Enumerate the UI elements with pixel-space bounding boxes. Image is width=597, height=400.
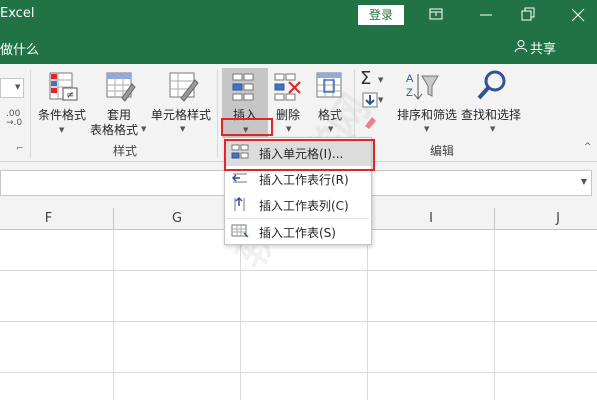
column-header-g[interactable]: G xyxy=(114,208,241,230)
restore-icon xyxy=(521,7,535,21)
minimize-icon xyxy=(480,14,492,16)
menu-item-insert-columns[interactable]: 插入工作表列(C) xyxy=(225,192,371,218)
svg-text:A: A xyxy=(406,73,414,85)
delete-cells-icon xyxy=(274,73,301,101)
column-header-j[interactable]: J xyxy=(495,208,597,230)
grid-line xyxy=(0,372,597,373)
insert-sheet-icon xyxy=(231,224,249,238)
tell-me-bar: 做什么 共享 xyxy=(0,30,597,64)
decrease-decimal-icon[interactable]: .00 →.0 xyxy=(6,110,22,128)
chevron-down-icon: ▼ xyxy=(490,125,496,133)
chevron-down-icon: ▼ xyxy=(59,126,65,134)
group-separator xyxy=(30,70,31,158)
dialog-launcher-icon[interactable]: ⌐ xyxy=(16,144,24,154)
insert-cells-icon xyxy=(232,73,254,101)
close-icon xyxy=(571,8,585,22)
share-label: 共享 xyxy=(530,42,557,57)
conditional-format-icon: ≠ xyxy=(49,72,78,101)
excel-window: Excel 登录 做什么 共享 ▼ .00 →.0 ⌐ ≠ 条件格式 ▼ 套用 … xyxy=(0,0,597,400)
chevron-down-icon: ▼ xyxy=(286,125,292,133)
person-icon xyxy=(514,40,528,53)
grid-line xyxy=(0,270,597,271)
menu-item-label: 插入工作表(S) xyxy=(259,226,336,240)
table-format-label-line2: 表格格式 xyxy=(90,123,139,137)
column-header-f[interactable]: F xyxy=(0,208,114,230)
tell-me-input[interactable]: 做什么 xyxy=(0,39,39,58)
ribbon-display-options-button[interactable] xyxy=(418,0,454,30)
app-title: Excel xyxy=(0,6,35,21)
chevron-down-icon: ▼ xyxy=(424,125,430,133)
cell-style-icon xyxy=(169,72,199,102)
expand-formula-bar-icon[interactable]: ▼ xyxy=(581,177,587,186)
login-button[interactable]: 登录 xyxy=(358,5,404,25)
chevron-down-icon[interactable]: ▼ xyxy=(378,96,383,104)
menu-item-insert-sheet[interactable]: 插入工作表(S) xyxy=(225,219,371,245)
group-separator xyxy=(217,70,218,158)
fill-icon[interactable] xyxy=(362,92,378,108)
chevron-down-icon: ▼ xyxy=(15,83,21,91)
find-select-label: 查找和选择 xyxy=(461,108,522,122)
conditional-format-label: 条件格式 xyxy=(38,108,87,122)
svg-text:Z: Z xyxy=(406,87,413,99)
collapse-ribbon-icon[interactable]: ^ xyxy=(584,142,592,152)
chevron-down-icon[interactable]: ▼ xyxy=(378,76,383,84)
sort-filter-icon: A Z xyxy=(406,73,439,100)
menu-item-label: 插入工作表行(R) xyxy=(259,173,349,187)
editing-group-label: 编辑 xyxy=(430,144,455,158)
grid-line xyxy=(494,230,495,400)
insert-dropdown-highlight xyxy=(221,118,273,136)
autosum-icon[interactable]: Σ xyxy=(360,68,371,89)
menu-item-label: 插入工作表列(C) xyxy=(259,199,349,213)
insert-columns-icon xyxy=(234,196,245,211)
chevron-down-icon: ▼ xyxy=(328,125,334,133)
title-bar: Excel 登录 xyxy=(0,0,597,30)
close-button[interactable] xyxy=(560,0,596,30)
table-format-icon xyxy=(106,72,136,102)
column-header-i[interactable]: I xyxy=(368,208,495,230)
minimize-button[interactable] xyxy=(468,0,504,30)
format-label: 格式 xyxy=(318,108,343,122)
delete-label: 删除 xyxy=(276,108,301,122)
styles-group-label: 样式 xyxy=(113,144,138,158)
chevron-down-icon: ▼ xyxy=(180,125,186,133)
grid-line xyxy=(240,230,241,400)
format-cells-icon xyxy=(316,72,342,98)
insert-rows-icon xyxy=(231,173,247,183)
share-button[interactable]: 共享 xyxy=(514,38,557,57)
ribbon-display-icon xyxy=(429,8,443,20)
grid-line xyxy=(113,230,114,400)
search-icon xyxy=(477,70,506,100)
grid-line xyxy=(367,230,368,400)
chevron-down-icon: ▼ xyxy=(141,125,147,133)
svg-text:≠: ≠ xyxy=(66,90,74,101)
number-format-dropdown[interactable]: ▼ xyxy=(0,78,24,98)
clear-eraser-icon[interactable] xyxy=(362,114,378,130)
cell-style-label: 单元格样式 xyxy=(151,108,212,122)
sort-filter-label: 排序和筛选 xyxy=(397,108,458,122)
grid-line xyxy=(0,321,597,322)
restore-button[interactable] xyxy=(510,0,546,30)
insert-cells-highlight xyxy=(224,139,375,171)
